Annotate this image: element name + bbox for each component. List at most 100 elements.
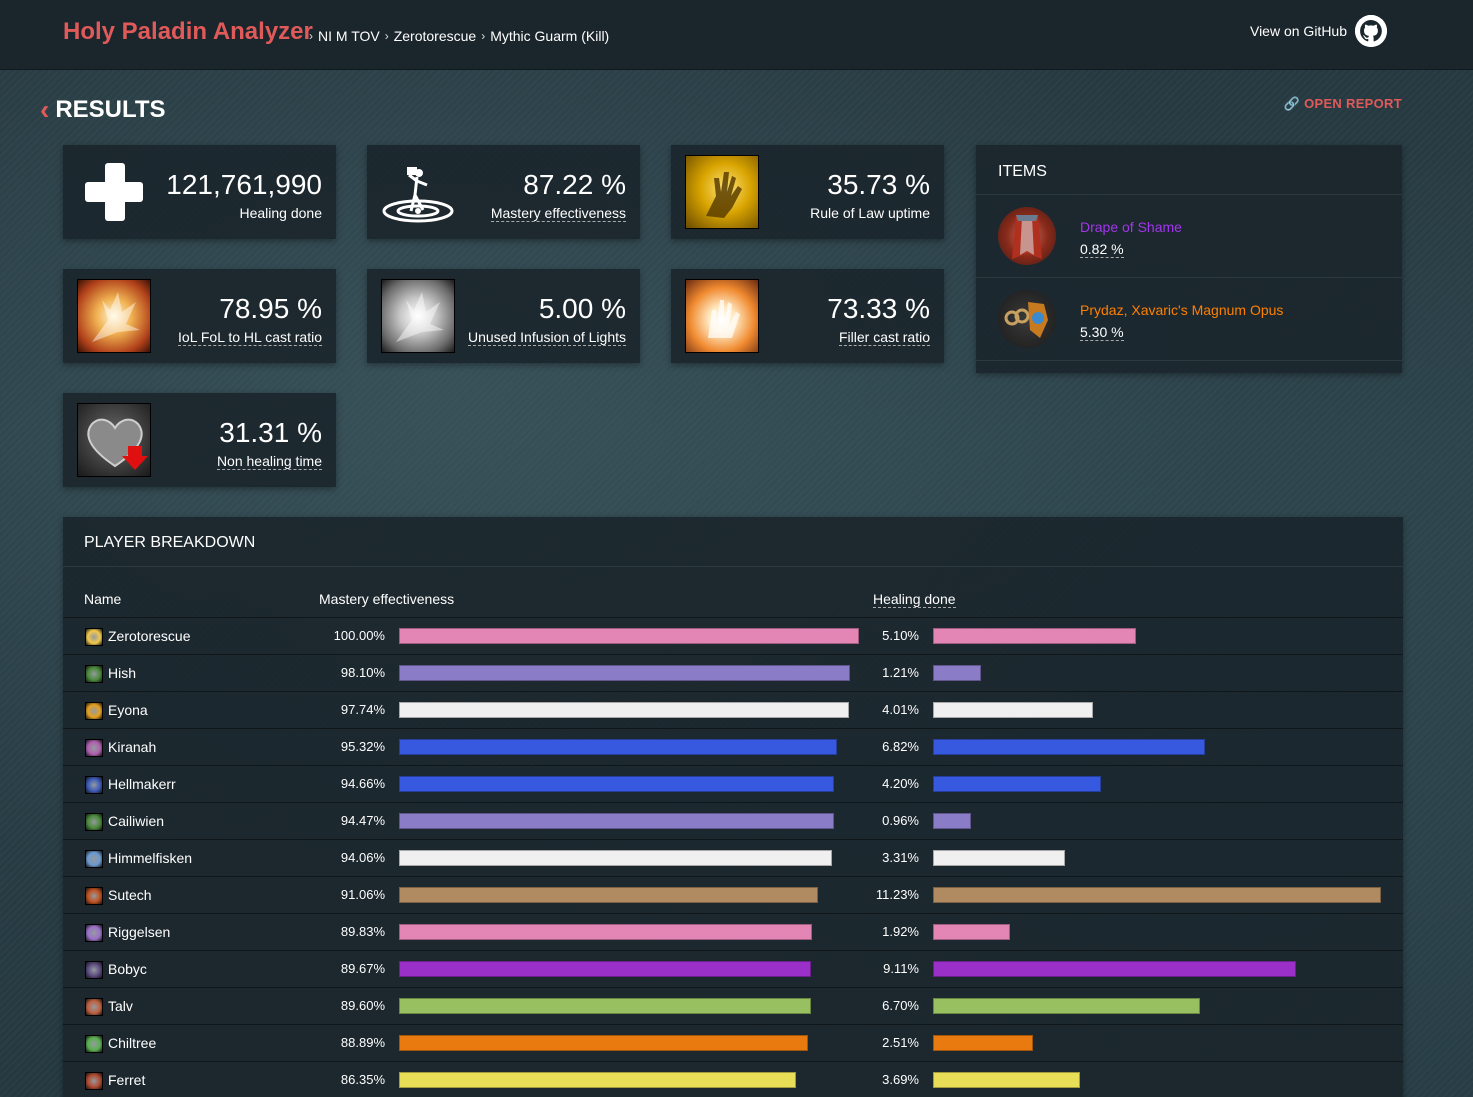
- github-link[interactable]: View on GitHub: [1250, 15, 1387, 47]
- mastery-bar: [399, 961, 811, 977]
- mastery-bar: [399, 924, 812, 940]
- player-name: Himmelfisken: [108, 850, 193, 866]
- table-row[interactable]: Zerotorescue 100.00% 5.10%: [63, 617, 1403, 654]
- spec-icon: [85, 1072, 103, 1090]
- healing-bar: [933, 1072, 1080, 1088]
- spec-icon: [85, 998, 103, 1016]
- table-row[interactable]: Hish 98.10% 1.21%: [63, 654, 1403, 691]
- mastery-bar: [399, 739, 837, 755]
- stat-value: 73.33 %: [827, 293, 930, 324]
- mastery-percentage: 89.83%: [340, 924, 385, 939]
- player-breakdown-panel: PLAYER BREAKDOWN Name Mastery effectiven…: [63, 517, 1403, 1097]
- healing-bar: [933, 1035, 1033, 1051]
- stat-label[interactable]: IoL FoL to HL cast ratio: [178, 329, 322, 346]
- healing-percentage: 3.69%: [882, 1072, 919, 1087]
- table-row[interactable]: Talv 89.60% 6.70%: [63, 987, 1403, 1024]
- back-chevron-icon[interactable]: ‹: [40, 94, 49, 126]
- item-row[interactable]: Prydaz, Xavaric's Magnum Opus 5.30 %: [976, 278, 1402, 360]
- spec-icon: [85, 887, 103, 905]
- stat-label[interactable]: Non healing time: [216, 453, 322, 470]
- spec-icon: [85, 702, 103, 720]
- non-healing-heart-icon: [77, 403, 151, 477]
- player-name: Kiranah: [108, 739, 157, 755]
- healing-percentage: 0.96%: [882, 813, 919, 828]
- player-name: Hish: [108, 665, 137, 681]
- item-name[interactable]: Prydaz, Xavaric's Magnum Opus: [1080, 302, 1283, 318]
- healing-bar: [933, 628, 1136, 644]
- mastery-bar: [399, 776, 834, 792]
- open-report-link[interactable]: 🔗 OPEN REPORT: [1284, 96, 1402, 112]
- player-name: Riggelsen: [108, 924, 171, 940]
- github-icon: [1355, 15, 1387, 47]
- healing-percentage: 1.92%: [882, 924, 919, 939]
- mastery-percentage: 95.32%: [340, 739, 385, 754]
- healing-percentage: 1.21%: [882, 665, 919, 680]
- healing-bar: [933, 961, 1296, 977]
- table-row[interactable]: Ferret 86.35% 3.69%: [63, 1061, 1403, 1097]
- spec-icon: [85, 850, 103, 868]
- table-row[interactable]: Cailiwien 94.47% 0.96%: [63, 802, 1403, 839]
- unused-infusion-icon: [381, 279, 455, 353]
- healing-bar: [933, 702, 1093, 718]
- stat-label[interactable]: Filler cast ratio: [838, 329, 930, 346]
- table-row[interactable]: Eyona 97.74% 4.01%: [63, 691, 1403, 728]
- healing-percentage: 4.01%: [882, 702, 919, 717]
- item-percentage: 0.82 %: [1080, 241, 1124, 258]
- app-brand[interactable]: Holy Paladin Analyzer: [63, 18, 313, 46]
- spec-icon: [85, 924, 103, 942]
- player-name: Chiltree: [108, 1035, 157, 1051]
- healing-bar: [933, 998, 1200, 1014]
- stat-label[interactable]: Unused Infusion of Lights: [468, 329, 626, 346]
- stat-value: 87.22 %: [523, 169, 626, 200]
- item-name[interactable]: Drape of Shame: [1080, 219, 1182, 235]
- github-label: View on GitHub: [1249, 23, 1347, 39]
- breadcrumb-report[interactable]: NI M TOV: [318, 28, 380, 44]
- breadcrumb-separator: ›: [309, 29, 313, 43]
- healing-bar: [933, 739, 1205, 755]
- items-title: ITEMS: [998, 163, 1047, 180]
- table-row[interactable]: Riggelsen 89.83% 1.92%: [63, 913, 1403, 950]
- mastery-icon: [381, 155, 455, 229]
- spec-icon: [85, 1035, 103, 1053]
- mastery-percentage: 86.35%: [340, 1072, 385, 1087]
- player-name: Hellmakerr: [108, 776, 176, 792]
- breadcrumb-separator: ›: [384, 29, 389, 43]
- breakdown-title: PLAYER BREAKDOWN: [84, 534, 256, 551]
- mastery-percentage: 94.06%: [340, 850, 385, 865]
- healing-percentage: 4.20%: [882, 776, 919, 791]
- stat-value: 121,761,990: [166, 169, 322, 200]
- stat-value: 5.00 %: [538, 293, 626, 324]
- item-row[interactable]: Drape of Shame 0.82 %: [976, 195, 1402, 277]
- column-header-healing[interactable]: Healing done: [873, 591, 956, 608]
- table-row[interactable]: Himmelfisken 94.06% 3.31%: [63, 839, 1403, 876]
- healing-bar: [933, 924, 1010, 940]
- spec-icon: [85, 813, 103, 831]
- spec-icon: [85, 961, 103, 979]
- spec-icon: [85, 628, 103, 646]
- infusion-of-light-icon: [77, 279, 151, 353]
- mastery-bar: [399, 702, 849, 718]
- breadcrumb-fight[interactable]: Mythic Guarm (Kill): [490, 28, 609, 44]
- mastery-percentage: 91.06%: [340, 887, 385, 902]
- player-name: Sutech: [108, 887, 152, 903]
- table-row[interactable]: Bobyc 89.67% 9.11%: [63, 950, 1403, 987]
- table-row[interactable]: Chiltree 88.89% 2.51%: [63, 1024, 1403, 1061]
- stat-label[interactable]: Mastery effectiveness: [490, 205, 626, 222]
- stat-label: Rule of Law uptime: [810, 205, 930, 221]
- player-name: Zerotorescue: [108, 628, 191, 644]
- column-header-mastery[interactable]: Mastery effectiveness: [319, 591, 454, 607]
- healing-bar: [933, 850, 1065, 866]
- table-row[interactable]: Kiranah 95.32% 6.82%: [63, 728, 1403, 765]
- stat-value: 78.95 %: [219, 293, 322, 324]
- items-panel: ITEMS Drape of Shame 0.82 % Prydaz, Xava…: [976, 145, 1402, 373]
- table-row[interactable]: Sutech 91.06% 11.23%: [63, 876, 1403, 913]
- top-bar: Holy Paladin Analyzer › NI M TOV › Zerot…: [0, 0, 1473, 70]
- mastery-percentage: 94.47%: [340, 813, 385, 828]
- table-row[interactable]: Hellmakerr 94.66% 4.20%: [63, 765, 1403, 802]
- breadcrumb-separator: ›: [481, 29, 486, 43]
- breadcrumb-player[interactable]: Zerotorescue: [394, 28, 476, 44]
- healing-bar: [933, 665, 981, 681]
- mastery-percentage: 97.74%: [340, 702, 385, 717]
- mastery-percentage: 88.89%: [340, 1035, 385, 1050]
- column-header-name[interactable]: Name: [84, 591, 121, 607]
